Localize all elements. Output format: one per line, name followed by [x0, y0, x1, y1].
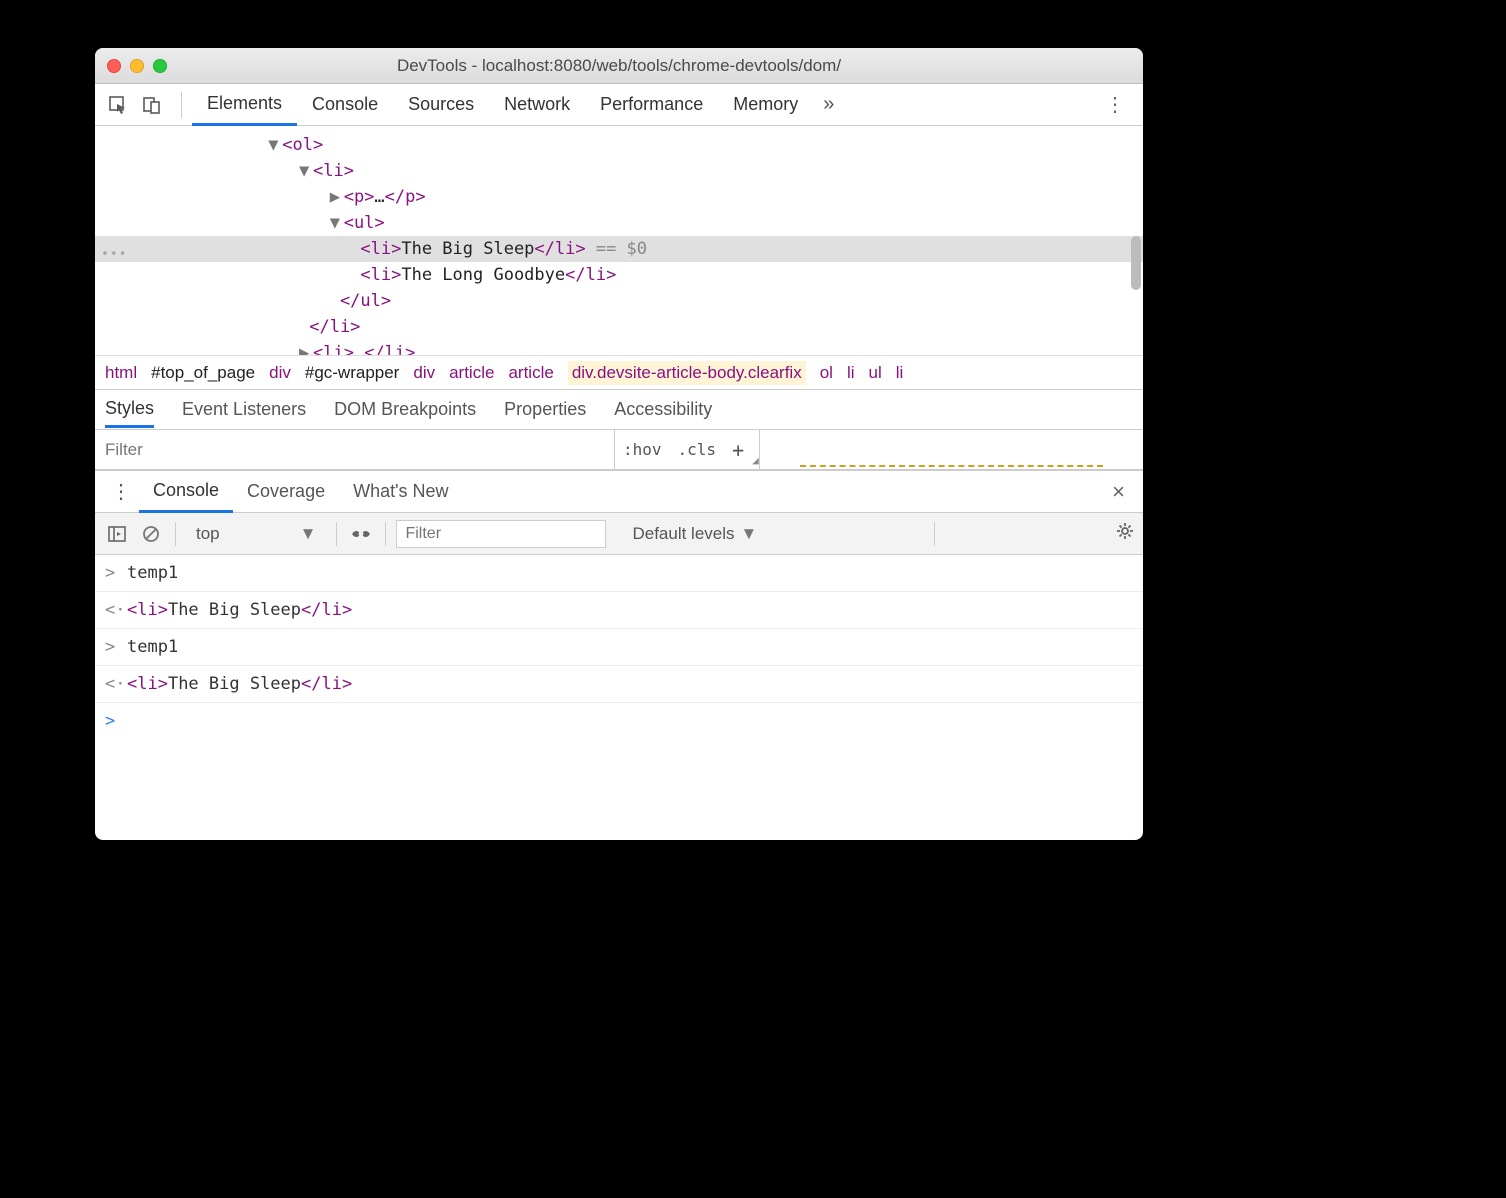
- styles-filter-input[interactable]: [95, 430, 615, 469]
- dom-node-line[interactable]: <li>The Long Goodbye</li>: [95, 262, 1143, 288]
- log-levels-label: Default levels: [632, 524, 734, 544]
- dom-breadcrumb: html #top_of_page div #gc-wrapper div article…: [95, 356, 1143, 390]
- styles-tabbar: Styles Event Listeners DOM Breakpoints P…: [95, 390, 1143, 430]
- hov-toggle[interactable]: :hov: [615, 440, 670, 459]
- tab-sources[interactable]: Sources: [393, 84, 489, 126]
- console-text: temp1: [127, 557, 178, 589]
- console-prompt[interactable]: >: [95, 703, 1143, 739]
- breadcrumb-item[interactable]: li: [847, 363, 855, 383]
- cls-toggle[interactable]: .cls: [670, 440, 725, 459]
- tab-network[interactable]: Network: [489, 84, 585, 126]
- live-expression-icon[interactable]: [347, 527, 375, 541]
- main-menu-icon[interactable]: ⋮: [1095, 92, 1135, 117]
- breadcrumb-item[interactable]: #top_of_page: [151, 363, 255, 383]
- breadcrumb-item[interactable]: div.devsite-article-body.clearfix: [568, 361, 806, 385]
- console-row[interactable]: >temp1: [95, 629, 1143, 666]
- main-toolbar: Elements Console Sources Network Perform…: [95, 84, 1143, 126]
- drawer-tabbar: ⋮ Console Coverage What's New ×: [95, 471, 1143, 513]
- breadcrumb-item[interactable]: #gc-wrapper: [305, 363, 400, 383]
- dom-node-line[interactable]: <li>The Big Sleep</li> == $0: [95, 236, 1143, 262]
- console-text: <li>The Big Sleep</li>: [127, 594, 352, 626]
- context-selector[interactable]: top ▼: [186, 524, 326, 544]
- console-filter-input[interactable]: [396, 520, 606, 548]
- console-row[interactable]: >temp1: [95, 555, 1143, 592]
- console-sidebar-toggle-icon[interactable]: [103, 525, 131, 543]
- dom-node-line[interactable]: ▼<ol>: [95, 132, 1143, 158]
- console-text: <li>The Big Sleep</li>: [127, 668, 352, 700]
- styles-filter-bar: :hov .cls + ◢: [95, 430, 1143, 470]
- gutter-actions-icon[interactable]: •••: [101, 242, 127, 268]
- chevron-down-icon: ▼: [300, 524, 317, 544]
- titlebar: DevTools - localhost:8080/web/tools/chro…: [95, 48, 1143, 84]
- tabs-overflow-icon[interactable]: »: [823, 93, 834, 116]
- console-row[interactable]: <· <li>The Big Sleep</li>: [95, 666, 1143, 703]
- breadcrumb-item[interactable]: article: [449, 363, 494, 383]
- separator: [336, 522, 337, 546]
- prompt-icon: >: [105, 705, 127, 737]
- tab-elements[interactable]: Elements: [192, 84, 297, 126]
- tab-event-listeners[interactable]: Event Listeners: [182, 393, 306, 426]
- breadcrumb-item[interactable]: div: [413, 363, 435, 383]
- styles-toggles: :hov .cls + ◢: [615, 430, 759, 469]
- devtools-window: DevTools - localhost:8080/web/tools/chro…: [95, 48, 1143, 840]
- breadcrumb-item[interactable]: html: [105, 363, 137, 383]
- drawer-close-icon[interactable]: ×: [1102, 479, 1135, 505]
- output-marker-icon: <·: [105, 594, 127, 626]
- separator: [385, 522, 386, 546]
- dom-tree[interactable]: ▼<ol> ▼<li> ▶<p>…</p> ▼<ul> ••• <li>The B…: [95, 126, 1143, 356]
- resize-corner-icon[interactable]: ◢: [752, 454, 759, 469]
- dom-node-line[interactable]: </ul>: [95, 288, 1143, 314]
- minimize-window-button[interactable]: [130, 59, 144, 73]
- output-marker-icon: <·: [105, 668, 127, 700]
- dom-node-line[interactable]: ▶<li>…</li>: [95, 340, 1143, 356]
- close-window-button[interactable]: [107, 59, 121, 73]
- log-levels-selector[interactable]: Default levels ▼: [632, 524, 757, 544]
- console-settings-icon[interactable]: [1115, 521, 1135, 546]
- breadcrumb-item[interactable]: li: [896, 363, 904, 383]
- console-toolbar: top ▼ Default levels ▼: [95, 513, 1143, 555]
- window-title: DevTools - localhost:8080/web/tools/chro…: [95, 56, 1143, 76]
- dom-node-line[interactable]: ▶<p>…</p>: [95, 184, 1143, 210]
- input-marker-icon: >: [105, 631, 127, 663]
- tab-memory[interactable]: Memory: [718, 84, 813, 126]
- drawer-tab-coverage[interactable]: Coverage: [233, 471, 339, 513]
- separator: [175, 522, 176, 546]
- traffic-lights: [107, 59, 167, 73]
- dom-node-line[interactable]: ▼<li>: [95, 158, 1143, 184]
- tab-performance[interactable]: Performance: [585, 84, 718, 126]
- dom-node-line[interactable]: ▼<ul>: [95, 210, 1143, 236]
- breadcrumb-item[interactable]: article: [508, 363, 553, 383]
- breadcrumb-item[interactable]: div: [269, 363, 291, 383]
- clear-console-icon[interactable]: [137, 525, 165, 543]
- drawer: ⋮ Console Coverage What's New × top ▼: [95, 470, 1143, 840]
- new-style-rule-icon[interactable]: +: [724, 438, 752, 462]
- dom-node-line[interactable]: </li>: [95, 314, 1143, 340]
- tab-accessibility[interactable]: Accessibility: [614, 393, 712, 426]
- context-label: top: [196, 524, 220, 544]
- console-output[interactable]: >temp1<· <li>The Big Sleep</li>>temp1<· …: [95, 555, 1143, 840]
- breadcrumb-item[interactable]: ul: [869, 363, 882, 383]
- separator: [934, 522, 935, 546]
- tab-properties[interactable]: Properties: [504, 393, 586, 426]
- drawer-tab-whats-new[interactable]: What's New: [339, 471, 462, 513]
- zoom-window-button[interactable]: [153, 59, 167, 73]
- tab-dom-breakpoints[interactable]: DOM Breakpoints: [334, 393, 476, 426]
- scrollbar-thumb[interactable]: [1131, 236, 1141, 290]
- device-toggle-icon[interactable]: [137, 91, 167, 119]
- chevron-down-icon: ▼: [741, 524, 758, 544]
- tab-styles[interactable]: Styles: [105, 392, 154, 428]
- breadcrumb-item[interactable]: ol: [820, 363, 833, 383]
- inspect-icon[interactable]: [103, 91, 133, 119]
- console-text: temp1: [127, 631, 178, 663]
- console-row[interactable]: <· <li>The Big Sleep</li>: [95, 592, 1143, 629]
- drawer-menu-icon[interactable]: ⋮: [103, 479, 139, 504]
- tab-console[interactable]: Console: [297, 84, 393, 126]
- main-tabs: Elements Console Sources Network Perform…: [192, 84, 813, 126]
- drawer-tab-console[interactable]: Console: [139, 471, 233, 513]
- box-model-preview: [800, 465, 1103, 471]
- input-marker-icon: >: [105, 557, 127, 589]
- separator: [181, 92, 182, 118]
- styles-sidebar-preview: [759, 430, 1143, 469]
